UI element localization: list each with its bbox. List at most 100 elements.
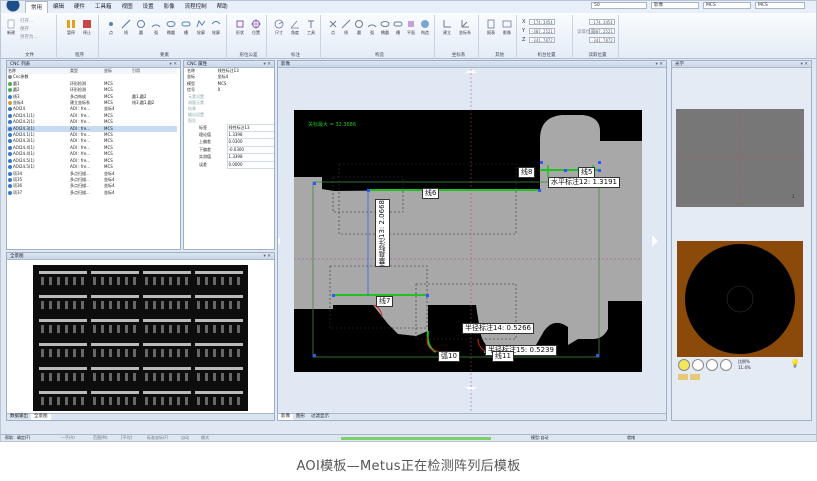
save-button[interactable]: 保存 <box>20 26 29 32</box>
ribbon-button-label: 形状 <box>236 30 244 35</box>
backlight-button[interactable] <box>720 359 732 371</box>
image-button[interactable]: 影像 <box>501 19 513 36</box>
table-row[interactable]: 项37 多点扫描... 坐标4 <box>7 190 177 196</box>
z-position-field[interactable]: -341.7872 <box>529 37 555 43</box>
open-button[interactable]: 打开... <box>20 18 33 24</box>
coordinate-select[interactable]: MCS <box>703 2 751 9</box>
property-value[interactable]: -0.0300 <box>226 145 274 155</box>
image-panel: 影像 ▾ ✕ 关标最大 = 32.3686 线6 线8 线5 水平标注12: 1… <box>277 60 667 421</box>
read-z-field[interactable]: -341.7872 <box>589 37 615 43</box>
property-row[interactable]: 下偏差 -0.0300 <box>198 145 274 155</box>
build-coordinate-button[interactable]: 建立 <box>441 19 453 36</box>
property-row[interactable]: 误差 0.0000 <box>198 160 274 170</box>
contour-feature-button[interactable]: 轮廓 <box>195 19 207 36</box>
tab-graphics[interactable]: 图形 <box>293 414 308 420</box>
vertical-dimension-label[interactable]: 垂直标注13: 2.0668 <box>375 199 390 267</box>
construct-line-button[interactable]: 线 <box>340 19 352 36</box>
property-value[interactable]: 1.3398 <box>226 153 274 162</box>
menu-item[interactable]: 硬件 <box>69 1 90 13</box>
construct-point-button[interactable]: 点 <box>327 19 339 36</box>
menu-item[interactable]: 常用 <box>25 1 49 13</box>
menu-item[interactable]: 编辑 <box>48 1 69 13</box>
construct-plane-button[interactable]: 平面 <box>405 19 417 36</box>
line-11-label[interactable]: 线11 <box>492 351 514 362</box>
light-ring-outer[interactable] <box>685 244 795 354</box>
app-logo-icon[interactable] <box>1 1 25 13</box>
pin-icon[interactable]: ▾ ✕ <box>264 61 271 68</box>
menu-item[interactable]: 视图 <box>117 1 138 13</box>
report-button[interactable]: 报表 <box>485 19 497 36</box>
tab-image[interactable]: 影像 <box>278 414 293 420</box>
preset-b-button[interactable] <box>690 374 700 380</box>
property-value[interactable]: 1.3398 <box>226 131 274 140</box>
pause-button[interactable]: 暂停 <box>65 19 77 36</box>
line-8-label[interactable]: 线8 <box>518 167 536 178</box>
coax-light-button[interactable] <box>706 359 718 371</box>
coordinate-select-2[interactable]: MCS <box>755 2 805 9</box>
pin-icon[interactable]: ▾ ✕ <box>801 61 808 68</box>
menu-item[interactable]: 流程控制 <box>180 1 212 13</box>
pin-icon[interactable]: ▾ ✕ <box>170 61 177 68</box>
menu-item[interactable]: 帮助 <box>212 1 233 13</box>
slot-feature-button[interactable]: 槽 <box>180 19 192 36</box>
property-row[interactable]: 标签 线性标注13 <box>198 123 274 133</box>
y-position-field[interactable]: -307.2521 <box>529 28 555 34</box>
pin-icon[interactable]: ▾ ✕ <box>264 253 271 260</box>
construct-slot-button[interactable]: 槽 <box>392 19 404 36</box>
circle-feature-button[interactable]: 圆 <box>135 19 147 36</box>
line-6-label[interactable]: 线6 <box>422 188 440 199</box>
horizontal-dimension-label[interactable]: 水平标注12: 1.3191 <box>548 177 620 188</box>
property-value[interactable]: 线性标注13 <box>226 123 274 133</box>
pin-icon[interactable]: ▾ ✕ <box>656 61 663 68</box>
radius-14-label[interactable]: 半径标注14: 0.5266 <box>462 323 534 334</box>
property-value[interactable]: 0.0300 <box>226 138 274 147</box>
tab-filter-display[interactable]: 过滤显示 <box>308 414 332 420</box>
tab-data-output[interactable]: 数据输出 <box>7 414 31 420</box>
property-row[interactable]: 理论值 1.3398 <box>198 131 274 140</box>
property-row[interactable]: 实测值 1.3398 <box>198 153 274 162</box>
bulb-icon[interactable]: 💡 <box>790 359 800 368</box>
dimension-button[interactable]: 尺寸 <box>273 19 285 36</box>
point-feature-button[interactable]: 点 <box>105 19 117 36</box>
overview-pin <box>205 349 208 357</box>
text-tool-button[interactable]: 工具 <box>305 19 317 36</box>
arc-feature-button[interactable]: 弧 <box>150 19 162 36</box>
view-mode-select[interactable]: 影像 <box>651 2 699 9</box>
x-position-field[interactable]: -174.3454 <box>529 19 555 25</box>
profile-feature-button[interactable]: 轮廓 <box>210 19 222 36</box>
construct-arc-button[interactable]: 弧 <box>366 19 378 36</box>
light-toggle-button[interactable] <box>678 359 690 371</box>
construct-circle-button[interactable]: 圆 <box>353 19 365 36</box>
read-position-button[interactable]: 读取位置 <box>577 29 595 35</box>
read-x-field[interactable]: -174.3454 <box>589 19 615 25</box>
position-tolerance-button[interactable]: 位置 <box>250 19 262 36</box>
menu-item[interactable]: 工具箱 <box>90 1 117 13</box>
menu-item[interactable]: 设置 <box>138 1 159 13</box>
max-value-label: 关标最大 = 32.3686 <box>308 122 357 128</box>
arc-10-label[interactable]: 弧10 <box>438 351 460 362</box>
ring-light-button[interactable] <box>692 359 704 371</box>
ring-light-control[interactable] <box>677 241 803 357</box>
line-feature-button[interactable]: 线 <box>120 19 132 36</box>
new-button[interactable]: 新建 <box>5 19 17 36</box>
coordinate-button[interactable]: 坐标系 <box>459 19 471 36</box>
preset-a-button[interactable] <box>678 374 688 380</box>
line-7-label[interactable]: 线7 <box>376 296 394 307</box>
ellipse-feature-button[interactable]: 椭圆 <box>165 19 177 36</box>
angle-button[interactable]: 角度 <box>289 19 301 36</box>
menu-item[interactable]: 影像 <box>159 1 180 13</box>
property-row[interactable]: 上偏差 0.0300 <box>198 138 274 147</box>
preview-thumbnail[interactable] <box>676 109 804 207</box>
construct-ellipse-button[interactable]: 椭圆 <box>379 19 391 36</box>
overview-canvas[interactable] <box>7 261 274 415</box>
stop-button[interactable]: 停止 <box>81 19 93 36</box>
magnification-select[interactable]: 50 <box>591 2 647 9</box>
overview-strip <box>195 367 243 370</box>
save-as-button[interactable]: 另存为... <box>20 34 38 40</box>
form-tolerance-button[interactable]: 形状 <box>234 19 246 36</box>
construct-shape-button[interactable]: 构造 <box>419 19 431 36</box>
tab-overview[interactable]: 全景图 <box>31 414 51 420</box>
overview-pin <box>145 397 148 405</box>
overview-pin <box>49 373 52 381</box>
property-value[interactable]: 0.0000 <box>226 160 274 170</box>
